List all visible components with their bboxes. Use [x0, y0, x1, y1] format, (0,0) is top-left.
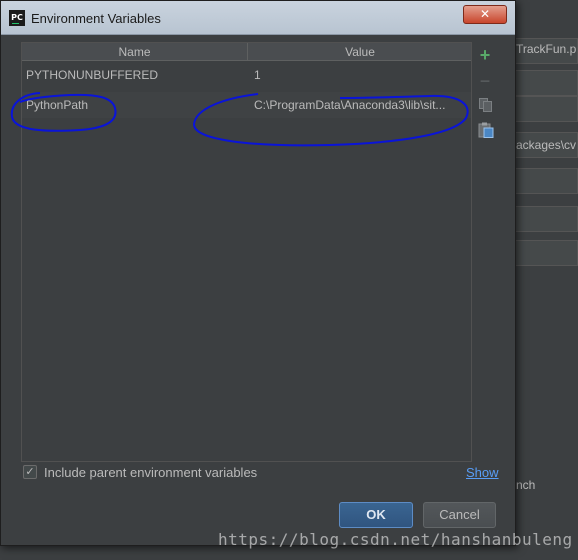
column-header-value[interactable]: Value	[248, 43, 472, 61]
show-link[interactable]: Show	[466, 465, 499, 480]
background-field	[512, 240, 578, 266]
background-field	[512, 206, 578, 232]
ok-button[interactable]: OK	[339, 502, 413, 528]
variable-name-cell[interactable]: PYTHONUNBUFFERED	[26, 62, 246, 88]
plus-icon[interactable]: +	[477, 46, 493, 64]
background-field	[512, 168, 578, 194]
environment-variables-dialog: PC Environment Variables ✕ Name Value PY…	[0, 0, 516, 546]
background-text: TrackFun.p	[516, 42, 577, 56]
variable-value-cell[interactable]: C:\ProgramData\Anaconda3\lib\sit...	[254, 92, 468, 118]
column-header-name[interactable]: Name	[22, 43, 248, 61]
table-header: Name Value	[22, 43, 471, 61]
background-text: ackages\cv	[516, 138, 577, 152]
copy-icon[interactable]	[479, 98, 493, 112]
env-variables-table[interactable]: Name Value PYTHONUNBUFFERED 1 PythonPath…	[21, 42, 472, 462]
watermark-text: https://blog.csdn.net/hanshanbuleng	[218, 530, 573, 549]
include-parent-checkbox[interactable]: ✓	[23, 465, 37, 479]
cancel-button[interactable]: Cancel	[423, 502, 496, 528]
paste-icon[interactable]	[478, 122, 494, 138]
variable-name-cell[interactable]: PythonPath	[26, 92, 246, 118]
dialog-titlebar[interactable]: PC Environment Variables ✕	[1, 1, 515, 35]
minus-icon[interactable]: −	[477, 72, 493, 90]
background-field	[512, 96, 578, 122]
close-button[interactable]: ✕	[463, 5, 507, 24]
variable-value-cell[interactable]: 1	[254, 62, 468, 88]
dialog-title: Environment Variables	[31, 11, 161, 26]
table-row[interactable]: PYTHONUNBUFFERED 1	[22, 62, 471, 88]
table-row[interactable]: PythonPath C:\ProgramData\Anaconda3\lib\…	[22, 92, 471, 118]
background-text: nch	[516, 478, 536, 492]
pycharm-app-icon: PC	[9, 10, 25, 26]
include-parent-label[interactable]: Include parent environment variables	[44, 465, 257, 480]
background-field	[512, 70, 578, 96]
